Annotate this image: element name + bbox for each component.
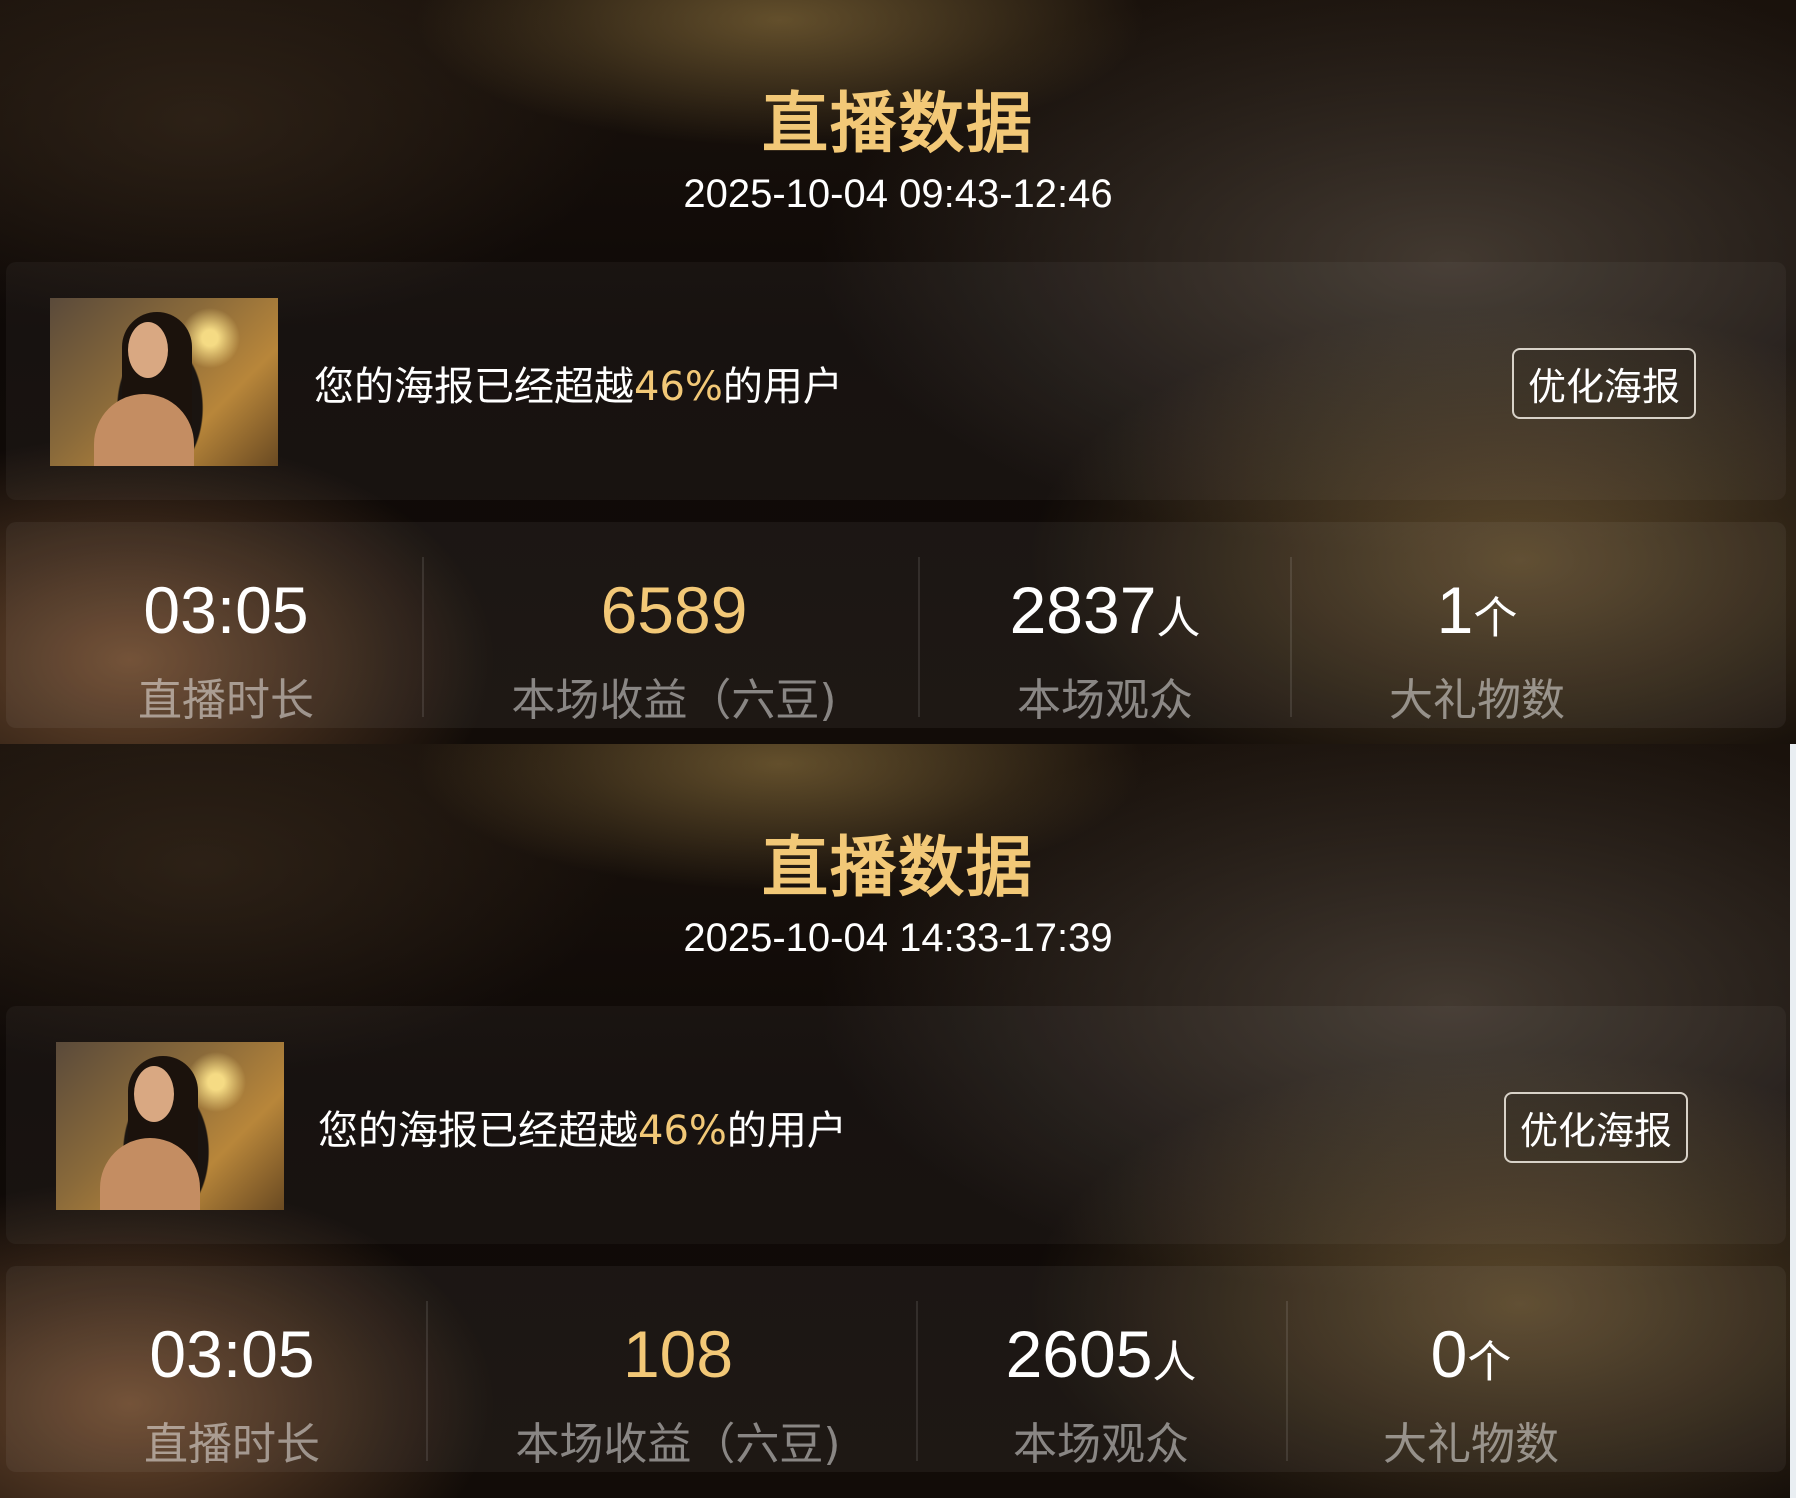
poster-ranking-text: 您的海报已经超越46%的用户 (318, 1098, 847, 1156)
stat-duration-label: 直播时长 (144, 1419, 320, 1470)
stat-gifts-value: 0 (1430, 1317, 1468, 1391)
stat-audience-value: 2605 (1005, 1317, 1153, 1391)
stat-audience-label: 本场观众 (1013, 1419, 1189, 1470)
optimize-poster-button[interactable]: 优化海报 (1511, 348, 1696, 419)
panel-title: 直播数据 (762, 85, 1034, 162)
poster-text-prefix: 您的海报已经超越 (314, 364, 634, 410)
stat-revenue: 6589 本场收益（六豆) (424, 522, 924, 728)
live-data-panel-1: 直播数据 2025-10-04 09:43-12:46 您的海报已经超越46%的… (0, 0, 1796, 744)
stat-revenue: 108 本场收益（六豆) (428, 1266, 928, 1472)
stat-revenue-value: 108 (622, 1317, 734, 1391)
stat-gifts-label: 大礼物数 (1389, 675, 1565, 726)
scrollbar-track[interactable] (1790, 744, 1796, 1498)
stat-gifts-label: 大礼物数 (1383, 1419, 1559, 1470)
optimize-poster-button[interactable]: 优化海报 (1503, 1092, 1688, 1163)
poster-card: 您的海报已经超越46%的用户 优化海报 (6, 262, 1786, 500)
poster-ranking-text: 您的海报已经超越46%的用户 (314, 354, 843, 412)
stat-revenue-value: 6589 (600, 573, 748, 647)
stat-gifts-value: 1 (1436, 573, 1474, 647)
stat-audience-unit: 人 (1152, 1337, 1197, 1388)
stat-duration: 03:05 直播时长 (32, 1266, 432, 1472)
stat-audience: 2837人 本场观众 (920, 522, 1290, 728)
stat-duration: 03:05 直播时长 (26, 522, 426, 728)
poster-text-prefix: 您的海报已经超越 (318, 1108, 638, 1154)
stats-card: 03:05 直播时长 108 本场收益（六豆) 2605人 本场观众 0个 大礼… (6, 1266, 1786, 1472)
stat-gifts-unit: 个 (1467, 1337, 1512, 1388)
poster-percent: 46% (634, 364, 723, 410)
poster-thumbnail[interactable] (50, 298, 278, 466)
poster-text-suffix: 的用户 (726, 1108, 847, 1154)
live-data-panel-2: 直播数据 2025-10-04 14:33-17:39 您的海报已经超越46%的… (0, 744, 1796, 1498)
stat-audience-unit: 人 (1156, 593, 1201, 644)
panel-title: 直播数据 (762, 829, 1034, 906)
stat-duration-value: 03:05 (149, 1317, 315, 1391)
stat-duration-label: 直播时长 (138, 675, 314, 726)
poster-text-suffix: 的用户 (722, 364, 843, 410)
poster-thumbnail[interactable] (56, 1042, 284, 1210)
session-time-range: 2025-10-04 09:43-12:46 (683, 172, 1113, 216)
poster-card: 您的海报已经超越46%的用户 优化海报 (6, 1006, 1786, 1244)
stat-revenue-label: 本场收益（六豆) (511, 675, 837, 726)
stats-card: 03:05 直播时长 6589 本场收益（六豆) 2837人 本场观众 1个 大… (6, 522, 1786, 728)
stat-duration-value: 03:05 (143, 573, 309, 647)
stat-audience-label: 本场观众 (1017, 675, 1193, 726)
stat-audience-value: 2837 (1009, 573, 1157, 647)
session-time-range: 2025-10-04 14:33-17:39 (683, 916, 1113, 960)
stat-revenue-label: 本场收益（六豆) (515, 1419, 841, 1470)
stat-gifts: 0个 大礼物数 (1286, 1266, 1656, 1472)
stat-audience: 2605人 本场观众 (916, 1266, 1286, 1472)
poster-percent: 46% (638, 1108, 727, 1154)
stat-gifts: 1个 大礼物数 (1292, 522, 1662, 728)
stat-gifts-unit: 个 (1473, 593, 1518, 644)
